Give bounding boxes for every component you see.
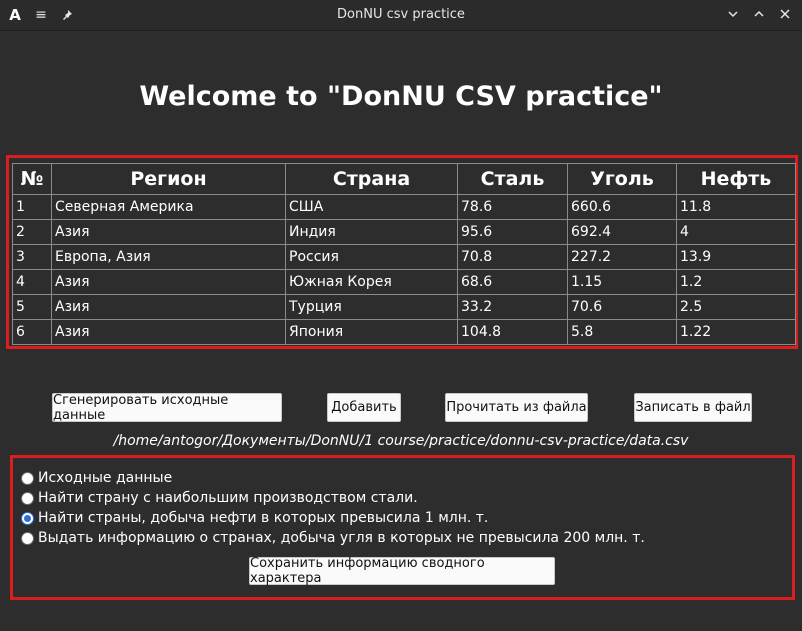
save-summary-button[interactable]: Сохранить информацию сводного характера [249, 556, 555, 586]
window-title: DonNU csv practice [337, 7, 465, 22]
close-icon[interactable] [776, 5, 794, 23]
add-button[interactable]: Добавить [327, 393, 401, 422]
option-label: Найти страну с наибольшим производством … [38, 490, 418, 506]
column-header[interactable]: № [12, 163, 52, 195]
radio-button[interactable] [21, 531, 34, 545]
table-cell[interactable]: 68.6 [457, 269, 568, 295]
table-cell[interactable]: 4 [12, 269, 52, 295]
data-table: № Регион Страна Сталь Уголь Нефть 1 Севе… [12, 163, 796, 345]
radio-button[interactable] [21, 471, 34, 485]
option-max-steel[interactable]: Найти страну с наибольшим производством … [21, 490, 418, 506]
table-cell[interactable]: Япония [285, 319, 458, 345]
column-header[interactable]: Нефть [676, 163, 796, 195]
table-cell[interactable]: Южная Корея [285, 269, 458, 295]
column-header[interactable]: Уголь [567, 163, 677, 195]
table-cell[interactable]: 70.8 [457, 244, 568, 270]
table-cell[interactable]: 1.22 [676, 319, 796, 345]
write-file-button[interactable]: Записать в файл [634, 393, 752, 422]
table-cell[interactable]: Турция [285, 294, 458, 320]
table-cell[interactable]: 1.15 [567, 269, 677, 295]
table-cell[interactable]: 5.8 [567, 319, 677, 345]
page-title: Welcome to "DonNU CSV practice" [139, 81, 663, 112]
table-cell[interactable]: 1 [12, 194, 52, 220]
option-source-data[interactable]: Исходные данные [21, 470, 172, 486]
table-row[interactable]: 4 Азия Южная Корея 68.6 1.15 1.2 [12, 269, 796, 295]
column-header[interactable]: Регион [51, 163, 286, 195]
option-coal-under-200m[interactable]: Выдать информацию о странах, добыча угля… [21, 530, 645, 546]
table-cell[interactable]: Европа, Азия [51, 244, 286, 270]
table-cell[interactable]: 33.2 [457, 294, 568, 320]
table-row[interactable]: 1 Северная Америка США 78.6 660.6 11.8 [12, 194, 796, 220]
table-cell[interactable]: 78.6 [457, 194, 568, 220]
column-header[interactable]: Страна [285, 163, 458, 195]
table-row[interactable]: 6 Азия Япония 104.8 5.8 1.22 [12, 319, 796, 345]
table-cell[interactable]: 95.6 [457, 219, 568, 245]
table-cell[interactable]: 6 [12, 319, 52, 345]
table-cell[interactable]: 3 [12, 244, 52, 270]
table-cell[interactable]: 692.4 [567, 219, 677, 245]
table-cell[interactable]: Индия [285, 219, 458, 245]
table-cell[interactable]: Азия [51, 219, 286, 245]
table-header-row: № Регион Страна Сталь Уголь Нефть [12, 163, 796, 195]
table-cell[interactable]: 4 [676, 219, 796, 245]
radio-button[interactable] [21, 491, 34, 505]
table-cell[interactable]: 11.8 [676, 194, 796, 220]
table-cell[interactable]: 5 [12, 294, 52, 320]
table-cell[interactable]: 1.2 [676, 269, 796, 295]
table-cell[interactable]: Азия [51, 269, 286, 295]
table-row[interactable]: 3 Европа, Азия Россия 70.8 227.2 13.9 [12, 244, 796, 270]
table-cell[interactable]: 70.6 [567, 294, 677, 320]
table-row[interactable]: 2 Азия Индия 95.6 692.4 4 [12, 219, 796, 245]
option-label: Найти страны, добыча нефти в которых пре… [38, 510, 489, 526]
column-header[interactable]: Сталь [457, 163, 568, 195]
table-cell[interactable]: 660.6 [567, 194, 677, 220]
minimize-icon[interactable] [724, 5, 742, 23]
table-cell[interactable]: 104.8 [457, 319, 568, 345]
table-highlight-frame: № Регион Страна Сталь Уголь Нефть 1 Севе… [6, 155, 798, 349]
table-cell[interactable]: Азия [51, 319, 286, 345]
read-file-button[interactable]: Прочитать из файла [445, 393, 588, 422]
table-cell[interactable]: США [285, 194, 458, 220]
option-oil-over-1m[interactable]: Найти страны, добыча нефти в которых пре… [21, 510, 488, 526]
table-cell[interactable]: 2 [12, 219, 52, 245]
option-label: Исходные данные [38, 470, 173, 486]
table-cell[interactable]: Россия [285, 244, 458, 270]
maximize-icon[interactable] [750, 5, 768, 23]
generate-data-button[interactable]: Сгенерировать исходные данные [52, 393, 282, 423]
table-cell[interactable]: 13.9 [676, 244, 796, 270]
file-path-label: /home/antogor/Документы/DonNU/1 course/p… [113, 433, 689, 449]
table-cell[interactable]: Северная Америка [51, 194, 286, 220]
table-row[interactable]: 5 Азия Турция 33.2 70.6 2.5 [12, 294, 796, 320]
title-bar: A ≡ DonNU csv practice [0, 0, 802, 31]
option-label: Выдать информацию о странах, добыча угля… [38, 530, 645, 546]
table-cell[interactable]: 2.5 [676, 294, 796, 320]
table-cell[interactable]: 227.2 [567, 244, 677, 270]
main-window: Welcome to "DonNU CSV practice" № Регион… [0, 31, 802, 631]
table-cell[interactable]: Азия [51, 294, 286, 320]
radio-button-selected[interactable] [21, 511, 34, 525]
